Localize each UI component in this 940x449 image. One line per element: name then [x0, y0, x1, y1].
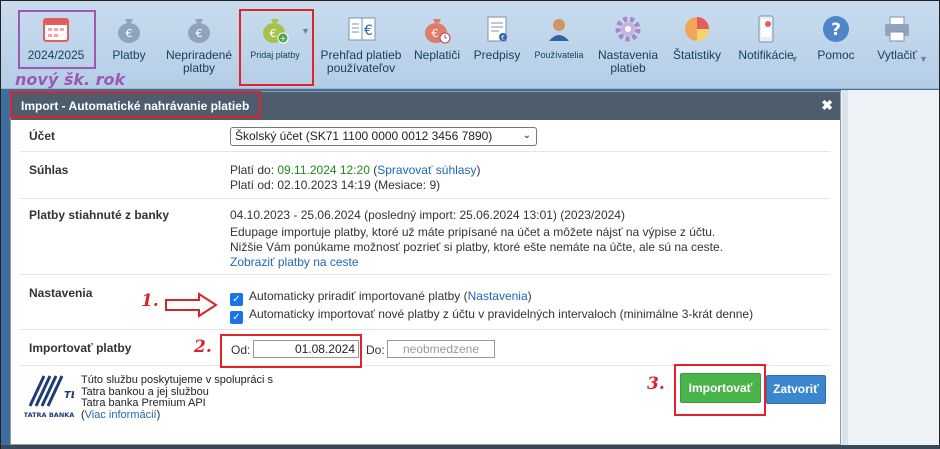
money-bag-icon: €	[118, 19, 140, 43]
user-icon	[549, 19, 569, 41]
svg-text:€: €	[501, 35, 505, 42]
svg-text:?: ?	[831, 20, 841, 40]
downloaded-info-line2: Nižšie Vám ponúkame možnosť pozrieť si p…	[230, 240, 724, 254]
background-panel	[841, 90, 939, 448]
svg-text:TATRA BANKA: TATRA BANKA	[24, 411, 74, 419]
chevron-down-icon: ⌄	[522, 130, 531, 141]
downloaded-row: Platby stiahnuté z banky 04.10.2023 - 25…	[20, 199, 830, 275]
step3-annotation: 3.	[647, 374, 665, 394]
consent-valid-from: Platí od: 02.10.2023 14:19 (Mesiace: 9)	[230, 178, 441, 192]
downloaded-info-line1: Edupage importuje platby, ktoré už máte …	[230, 225, 716, 239]
toolbar-item-print[interactable]: Vytlačiť ▼	[869, 13, 928, 64]
toolbar-item-notifications[interactable]: Notifikácie ▼	[731, 13, 801, 64]
toolbar-item-unassigned-payments[interactable]: € Nepriradené platby	[161, 13, 237, 75]
manage-consents-link[interactable]: Spravovať súhlasy	[377, 163, 476, 177]
main-toolbar: 2024/2025 € Platby € Nepriradené platby …	[1, 1, 939, 89]
account-select[interactable]: Školský účet (SK71 1100 0000 0012 3456 7…	[230, 127, 537, 146]
downloaded-info: 04.10.2023 - 25.06.2024 (posledný import…	[230, 208, 723, 270]
show-pending-payments-link[interactable]: Zobraziť platby na ceste	[230, 255, 723, 270]
toolbar-label: Nepriradené platby	[165, 48, 233, 75]
close-button[interactable]: Zatvoriť	[766, 375, 826, 404]
toolbar-label: Prehľad platieb používateľov	[320, 48, 402, 75]
svg-text:€: €	[126, 27, 133, 40]
arrow-right-icon	[165, 292, 218, 318]
toolbar-label: Platby	[112, 48, 146, 62]
dropdown-arrow-icon[interactable]: ▼	[790, 53, 799, 66]
toolbar-label: Pomoc	[817, 48, 855, 62]
toolbar-label: Vytlačiť	[877, 48, 917, 62]
auto-import-checkbox[interactable]: ✓	[230, 311, 243, 324]
auto-assign-checkbox[interactable]: ✓	[230, 293, 243, 306]
pie-chart-icon	[685, 17, 709, 41]
account-label: Účet	[29, 129, 56, 143]
toolbar-item-payments[interactable]: € Platby	[105, 13, 153, 62]
downloaded-label: Platby stiahnuté z banky	[29, 208, 170, 222]
dialog-shadow	[842, 90, 848, 445]
toolbar-item-user-payments-overview[interactable]: € Prehľad platieb používateľov	[317, 13, 407, 75]
dialog-title-highlight	[10, 91, 261, 118]
downloaded-range: 04.10.2023 - 25.06.2024 (posledný import…	[230, 208, 625, 222]
to-date-input[interactable]: neobmedzene	[387, 340, 495, 358]
more-info-link[interactable]: Viac informácií	[85, 409, 157, 421]
svg-text:€: €	[196, 27, 203, 40]
account-select-value: Školský účet (SK71 1100 0000 0012 3456 7…	[235, 129, 493, 143]
step2-annotation: 2.	[194, 337, 212, 357]
consent-valid-to: 09.11.2024 12:20	[277, 163, 370, 177]
toolbar-item-prescriptions[interactable]: € Predpisy	[471, 13, 523, 62]
auto-import-label: Automaticky importovať nové platby z účt…	[249, 307, 754, 321]
toolbar-item-payment-settings[interactable]: Nastavenia platieb	[593, 13, 663, 75]
page-bottom-bar	[1, 445, 940, 449]
footer-line: Túto službu poskytujeme v spolupráci s	[81, 374, 273, 386]
toolbar-label: Neplatiči	[413, 48, 461, 62]
tatra-banka-logo: TB TATRA BANKA	[24, 372, 74, 424]
money-bag-icon: €	[188, 19, 210, 43]
document-icon: €	[487, 16, 507, 42]
svg-text:€: €	[432, 27, 439, 40]
money-bag-clock-icon: €	[425, 19, 451, 44]
account-row: Účet Školský účet (SK71 1100 0000 0012 3…	[20, 120, 830, 152]
toolbar-label: Používatelia	[534, 50, 584, 60]
toolbar-label: Štatistiky	[672, 48, 721, 62]
phone-icon	[758, 15, 774, 43]
settings-link[interactable]: Nastavenia	[468, 289, 528, 303]
toolbar-label: Nastavenia platieb	[597, 48, 659, 75]
import-button-highlight	[674, 364, 766, 416]
add-payments-highlight	[239, 9, 314, 86]
svg-text:TB: TB	[64, 390, 74, 401]
toolbar-label: Predpisy	[473, 48, 521, 62]
settings-label: Nastavenia	[29, 286, 93, 300]
footer-info: Túto službu poskytujeme v spolupráci s T…	[81, 374, 273, 421]
consent-row: Súhlas Platí do: 09.11.2024 12:20 (Sprav…	[20, 152, 830, 199]
step1-annotation: 1.	[141, 291, 159, 311]
close-icon[interactable]: ✖	[821, 97, 833, 114]
toolbar-item-non-payers[interactable]: € Neplatiči	[411, 13, 463, 62]
new-year-annotation: nový šk. rok	[15, 70, 126, 89]
toolbar-item-users[interactable]: Používatelia	[530, 13, 588, 62]
auto-assign-option: ✓ Automaticky priradiť importované platby…	[230, 288, 753, 306]
ledger-icon: €	[348, 17, 376, 41]
consent-info: Platí do: 09.11.2024 12:20 (Spravovať sú…	[230, 163, 481, 192]
import-row: Importovať platby Od: 01.08.2024 Do: neo…	[20, 330, 830, 366]
printer-icon	[885, 16, 909, 42]
help-icon: ?	[823, 16, 849, 42]
import-label: Importovať platby	[29, 341, 132, 355]
settings-options: ✓ Automaticky priradiť importované platby…	[230, 288, 753, 324]
consent-valid-to-prefix: Platí do:	[230, 163, 275, 177]
consent-label: Súhlas	[29, 163, 69, 177]
school-year-highlight	[18, 10, 96, 69]
dropdown-arrow-icon[interactable]: ▼	[919, 53, 928, 66]
auto-import-option: ✓ Automaticky importovať nové platby z úč…	[230, 306, 753, 324]
gear-icon	[615, 16, 641, 42]
toolbar-item-help[interactable]: ? Pomoc	[811, 13, 861, 62]
auto-assign-label: Automaticky priradiť importované platby	[249, 289, 461, 303]
to-label: Do:	[366, 343, 385, 357]
svg-text:€: €	[364, 23, 373, 39]
from-date-highlight	[220, 334, 362, 368]
toolbar-item-statistics[interactable]: Štatistiky	[669, 13, 725, 62]
